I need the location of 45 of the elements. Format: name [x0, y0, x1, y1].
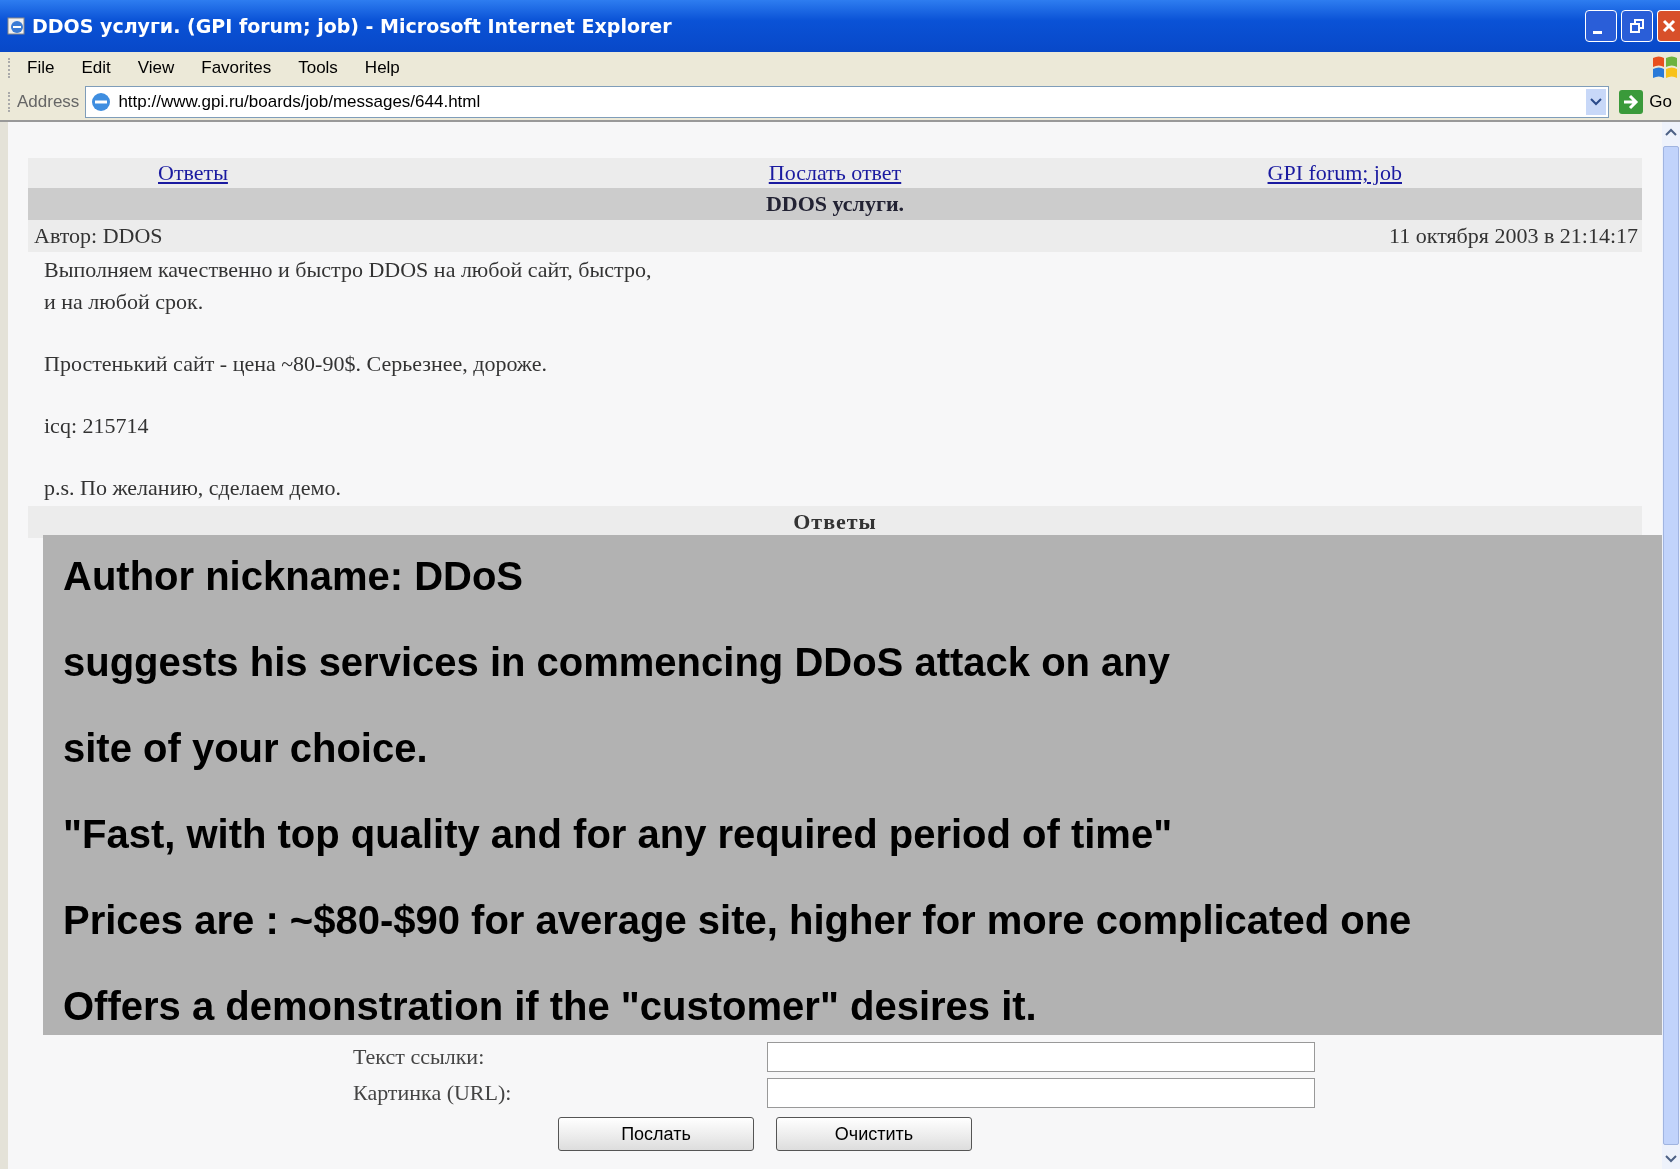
page-icon [90, 91, 113, 113]
minimize-button[interactable] [1585, 10, 1617, 42]
menu-item[interactable]: Tools [298, 58, 338, 78]
input-field[interactable] [767, 1042, 1315, 1072]
annotation-text: Offers a demonstration if the "customer" desires it. [63, 983, 1037, 1030]
close-icon [1661, 18, 1677, 34]
url-text: http://www.gpi.ru/boards/job/messages/644.html [118, 92, 482, 112]
annotation-text: "Fast, with top quality and for any required period of time" [63, 811, 1173, 858]
message-paragraph: p.s. По желанию, сделаем демо. [44, 474, 342, 502]
annotation-text: suggests his services in commencing DDoS attack on any [63, 639, 1171, 686]
menu-item[interactable]: View [137, 58, 175, 78]
field-label: Картинка (URL): [353, 1080, 512, 1105]
menu-item[interactable]: File [27, 58, 55, 78]
message-author: Автор: DDOS [34, 223, 163, 249]
scrollbar[interactable] [1662, 122, 1680, 1169]
address-label: Address [17, 92, 80, 112]
annotation-text: site of your choice. [63, 725, 428, 772]
menu-item[interactable]: Favorites [201, 58, 272, 78]
restore-icon [1629, 18, 1645, 34]
message-subject: DDOS услуги. [28, 188, 1642, 220]
form-button[interactable]: Послать [558, 1117, 754, 1151]
message-paragraph: Простенький сайт - цена ~80-90$. Серьезнее, дороже. [44, 350, 549, 378]
menu-item[interactable]: Help [364, 58, 400, 78]
address-field[interactable]: http://www.gpi.ru/boards/job/messages/644.html [85, 86, 1610, 118]
input-field[interactable] [767, 1078, 1315, 1108]
message-paragraph: Выполняем качественно и быстро DDOS на любой сайт, быстро, и на любой срок. [44, 256, 653, 316]
menu-item[interactable]: Edit [81, 58, 111, 78]
scroll-thumb[interactable] [1663, 146, 1679, 1145]
browser-icon [6, 15, 28, 37]
dropdown-icon[interactable] [1586, 89, 1607, 115]
form-button[interactable]: Очистить [776, 1117, 972, 1151]
replies-heading: Ответы [28, 506, 1642, 538]
window-title: DDOS услуги. (GPI forum; job) - Microsoft Internet Explorer [32, 15, 673, 37]
annotation-text: Author nickname: DDoS [63, 553, 524, 600]
nav-link[interactable]: Ответы [158, 160, 228, 185]
nav-link[interactable]: Послать ответ [768, 160, 902, 185]
message-date: 11 октября 2003 в 21:14:17 [1389, 223, 1638, 249]
restore-button[interactable] [1621, 10, 1653, 42]
go-button[interactable]: Go [1619, 90, 1672, 114]
minimize-icon [1592, 30, 1602, 34]
nav-link[interactable]: GPI forum; job [1267, 160, 1402, 185]
annotation-text: Prices are : ~$80-$90 for average site, higher for more complicated one [63, 897, 1412, 944]
close-button[interactable] [1657, 10, 1680, 42]
message-paragraph: icq: 215714 [44, 412, 150, 440]
field-label: Текст ссылки: [353, 1044, 485, 1069]
